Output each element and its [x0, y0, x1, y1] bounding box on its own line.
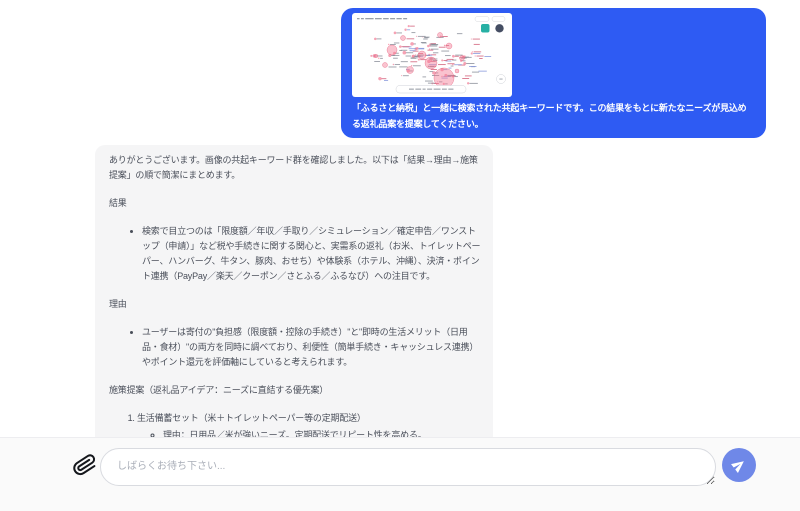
bullet-list: 検索で目立つのは「限度額／年収／手取り／シミュレーション／確定申告／ワンストップ… [109, 224, 481, 284]
bullet-item: ユーザーは寄付の"負担感（限度額・控除の手続き）"と"即時の生活メリット（日用品… [142, 325, 481, 370]
paragraph: 施策提案（返礼品アイデア：ニーズに直結する優先案） [109, 383, 481, 398]
user-message-text: 「ふるさと納税」と一緒に検索された共起キーワードです。この結果をもとに新たなニー… [352, 100, 754, 132]
message-input[interactable] [100, 448, 716, 486]
assistant-message-bubble: ありがとうございます。画像の共起キーワード群を確認しました。以下は「結果→理由→… [95, 145, 493, 437]
bullet-list: ユーザーは寄付の"負担感（限度額・控除の手続き）"と"即時の生活メリット（日用品… [109, 325, 481, 370]
keyword-network-svg [352, 13, 512, 97]
attached-keyword-network-image[interactable] [352, 13, 512, 97]
numbered-list: 生活備蓄セット（米＋トイレットペーパー等の定期配送） 理由：日用品／米が強いニーズ… [109, 411, 481, 437]
assistant-message-content: ありがとうございます。画像の共起キーワード群を確認しました。以下は「結果→理由→… [109, 153, 481, 437]
user-message-bubble: 「ふるさと納税」と一緒に検索された共起キーワードです。この結果をもとに新たなニー… [341, 8, 766, 138]
attach-file-button[interactable] [72, 453, 98, 479]
numbered-item: 生活備蓄セット（米＋トイレットペーパー等の定期配送） 理由：日用品／米が強いニーズ… [137, 411, 481, 437]
numbered-item-text: 生活備蓄セット（米＋トイレットペーパー等の定期配送） [137, 411, 481, 426]
sub-bullet-item: 理由：日用品／米が強いニーズ。定期配送でリピート性を高める。 [163, 428, 481, 437]
paper-plane-icon [731, 457, 747, 473]
paperclip-icon [73, 465, 97, 480]
send-button[interactable] [722, 448, 756, 482]
sub-bullet-list: 理由：日用品／米が強いニーズ。定期配送でリピート性を高める。実装ヒント：段階的な… [137, 428, 481, 437]
section-heading: 結果 [109, 196, 481, 211]
bullet-item: 検索で目立つのは「限度額／年収／手取り／シミュレーション／確定申告／ワンストップ… [142, 224, 481, 284]
paragraph: ありがとうございます。画像の共起キーワード群を確認しました。以下は「結果→理由→… [109, 153, 481, 183]
section-heading: 理由 [109, 297, 481, 312]
